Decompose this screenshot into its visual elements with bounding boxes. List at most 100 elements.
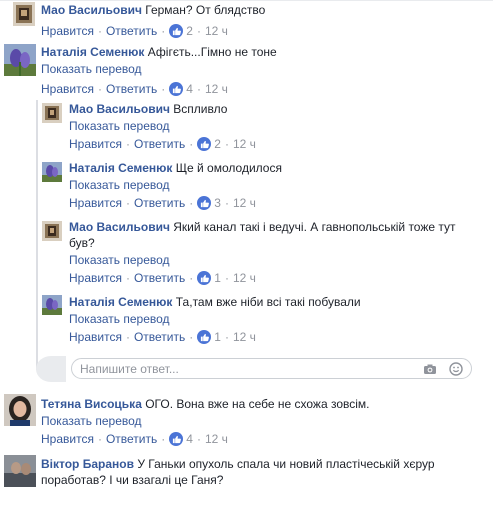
separator-dot: · bbox=[189, 137, 194, 151]
reply-thread-rail bbox=[36, 100, 38, 370]
show-translation-link[interactable]: Показать перевод bbox=[69, 310, 361, 328]
comment-author[interactable]: Наталія Семенюк bbox=[41, 45, 144, 59]
thumbs-up-icon bbox=[197, 196, 212, 210]
comment-author[interactable]: Віктор Баранов bbox=[41, 457, 134, 471]
like-link[interactable]: Нравится bbox=[69, 194, 122, 212]
like-count-badge[interactable]: 2 bbox=[169, 22, 193, 40]
avatar-viktor[interactable] bbox=[4, 455, 36, 487]
separator-dot: · bbox=[224, 137, 229, 151]
comment-text: Який канал такі і ведучі. А гавнопольськ… bbox=[173, 220, 456, 234]
avatar-natalia[interactable] bbox=[4, 44, 36, 76]
top-divider bbox=[0, 0, 493, 1]
show-translation-link[interactable]: Показать перевод bbox=[69, 251, 456, 269]
reply-link[interactable]: Ответить bbox=[134, 328, 185, 346]
avatar-tetiana[interactable] bbox=[4, 394, 36, 426]
comment-text: Герман? От блядство bbox=[145, 3, 266, 17]
comment-text: Та,там вже ніби всі такі побували bbox=[175, 295, 361, 309]
comment-author[interactable]: Мао Васильович bbox=[41, 3, 142, 17]
like-link[interactable]: Нравится bbox=[41, 80, 94, 98]
like-count-badge[interactable]: 2 bbox=[197, 135, 221, 153]
like-count: 1 bbox=[214, 330, 221, 344]
separator-dot: · bbox=[125, 271, 130, 285]
comment-timestamp[interactable]: 12 ч bbox=[205, 80, 228, 98]
separator-dot: · bbox=[161, 24, 166, 38]
avatar-natalia[interactable] bbox=[42, 162, 62, 182]
reply-link[interactable]: Ответить bbox=[134, 194, 185, 212]
like-count: 4 bbox=[186, 82, 193, 96]
like-count-badge[interactable]: 4 bbox=[169, 80, 193, 98]
like-count-badge[interactable]: 3 bbox=[197, 194, 221, 212]
reply-avatar-placeholder bbox=[36, 356, 66, 382]
reply-link[interactable]: Ответить bbox=[134, 269, 185, 287]
separator-dot: · bbox=[189, 196, 194, 210]
reply-link[interactable]: Ответить bbox=[106, 80, 157, 98]
separator-dot: · bbox=[125, 330, 130, 344]
thumbs-up-icon bbox=[197, 137, 212, 151]
comment-text-continued: був? bbox=[69, 236, 95, 250]
avatar-mao[interactable] bbox=[42, 221, 62, 241]
comment-text: ОГО. Вона вже на себе не схожа зовсім. bbox=[145, 397, 370, 411]
like-count-badge[interactable]: 4 bbox=[169, 430, 193, 448]
separator-dot: · bbox=[224, 271, 229, 285]
comment-author[interactable]: Наталія Семенюк bbox=[69, 295, 172, 309]
thumbs-up-icon bbox=[197, 271, 212, 285]
like-count: 1 bbox=[214, 271, 221, 285]
like-link[interactable]: Нравится bbox=[69, 135, 122, 153]
comment-author[interactable]: Мао Васильович bbox=[69, 220, 170, 234]
show-translation-link[interactable]: Показать перевод bbox=[41, 412, 370, 430]
reply-composer[interactable] bbox=[71, 358, 472, 379]
emoji-icon[interactable] bbox=[449, 362, 463, 376]
avatar-mao[interactable] bbox=[42, 103, 62, 123]
show-translation-link[interactable]: Показать перевод bbox=[41, 60, 277, 78]
like-count-badge[interactable]: 1 bbox=[197, 269, 221, 287]
like-count: 2 bbox=[186, 24, 193, 38]
camera-icon[interactable] bbox=[423, 362, 437, 376]
comment-timestamp[interactable]: 12 ч bbox=[233, 135, 256, 153]
separator-dot: · bbox=[97, 24, 102, 38]
show-translation-link[interactable]: Показать перевод bbox=[69, 176, 282, 194]
comment-timestamp[interactable]: 12 ч bbox=[233, 194, 256, 212]
like-count: 4 bbox=[186, 432, 193, 446]
separator-dot: · bbox=[161, 82, 166, 96]
like-count-badge[interactable]: 1 bbox=[197, 328, 221, 346]
thumbs-up-icon bbox=[169, 82, 184, 96]
separator-dot: · bbox=[189, 271, 194, 285]
comment-text: Вспливло bbox=[173, 102, 228, 116]
like-link[interactable]: Нравится bbox=[41, 430, 94, 448]
separator-dot: · bbox=[125, 196, 130, 210]
thumbs-up-icon bbox=[197, 330, 212, 344]
comment-text-continued: поработав? І чи взагалі це Ганя? bbox=[41, 473, 224, 487]
separator-dot: · bbox=[97, 82, 102, 96]
comment-timestamp[interactable]: 12 ч bbox=[233, 328, 256, 346]
separator-dot: · bbox=[224, 196, 229, 210]
comment-author[interactable]: Наталія Семенюк bbox=[69, 161, 172, 175]
separator-dot: · bbox=[189, 330, 194, 344]
like-link[interactable]: Нравится bbox=[41, 22, 94, 40]
like-count: 2 bbox=[214, 137, 221, 151]
comment-text: Ще й омолодилося bbox=[175, 161, 282, 175]
reply-link[interactable]: Ответить bbox=[106, 22, 157, 40]
show-translation-link[interactable]: Показать перевод bbox=[69, 117, 256, 135]
separator-dot: · bbox=[196, 432, 201, 446]
separator-dot: · bbox=[196, 82, 201, 96]
comment-timestamp[interactable]: 12 ч bbox=[205, 22, 228, 40]
avatar-natalia[interactable] bbox=[42, 295, 62, 315]
thumbs-up-icon bbox=[169, 24, 184, 38]
reply-link[interactable]: Ответить bbox=[134, 135, 185, 153]
like-link[interactable]: Нравится bbox=[69, 269, 122, 287]
thumbs-up-icon bbox=[169, 432, 184, 446]
avatar-mao[interactable] bbox=[13, 2, 35, 26]
like-link[interactable]: Нравится bbox=[69, 328, 122, 346]
comment-timestamp[interactable]: 12 ч bbox=[233, 269, 256, 287]
separator-dot: · bbox=[224, 330, 229, 344]
like-count: 3 bbox=[214, 196, 221, 210]
reply-link[interactable]: Ответить bbox=[106, 430, 157, 448]
comment-timestamp[interactable]: 12 ч bbox=[205, 430, 228, 448]
comment-author[interactable]: Мао Васильович bbox=[69, 102, 170, 116]
separator-dot: · bbox=[196, 24, 201, 38]
reply-input[interactable] bbox=[80, 361, 400, 377]
separator-dot: · bbox=[125, 137, 130, 151]
comment-author[interactable]: Тетяна Висоцька bbox=[41, 397, 142, 411]
comment-text: Афігєть...Гімно не тоне bbox=[147, 45, 277, 59]
comment-text: У Ганьки опухоль спала чи новий пластіче… bbox=[137, 457, 435, 471]
